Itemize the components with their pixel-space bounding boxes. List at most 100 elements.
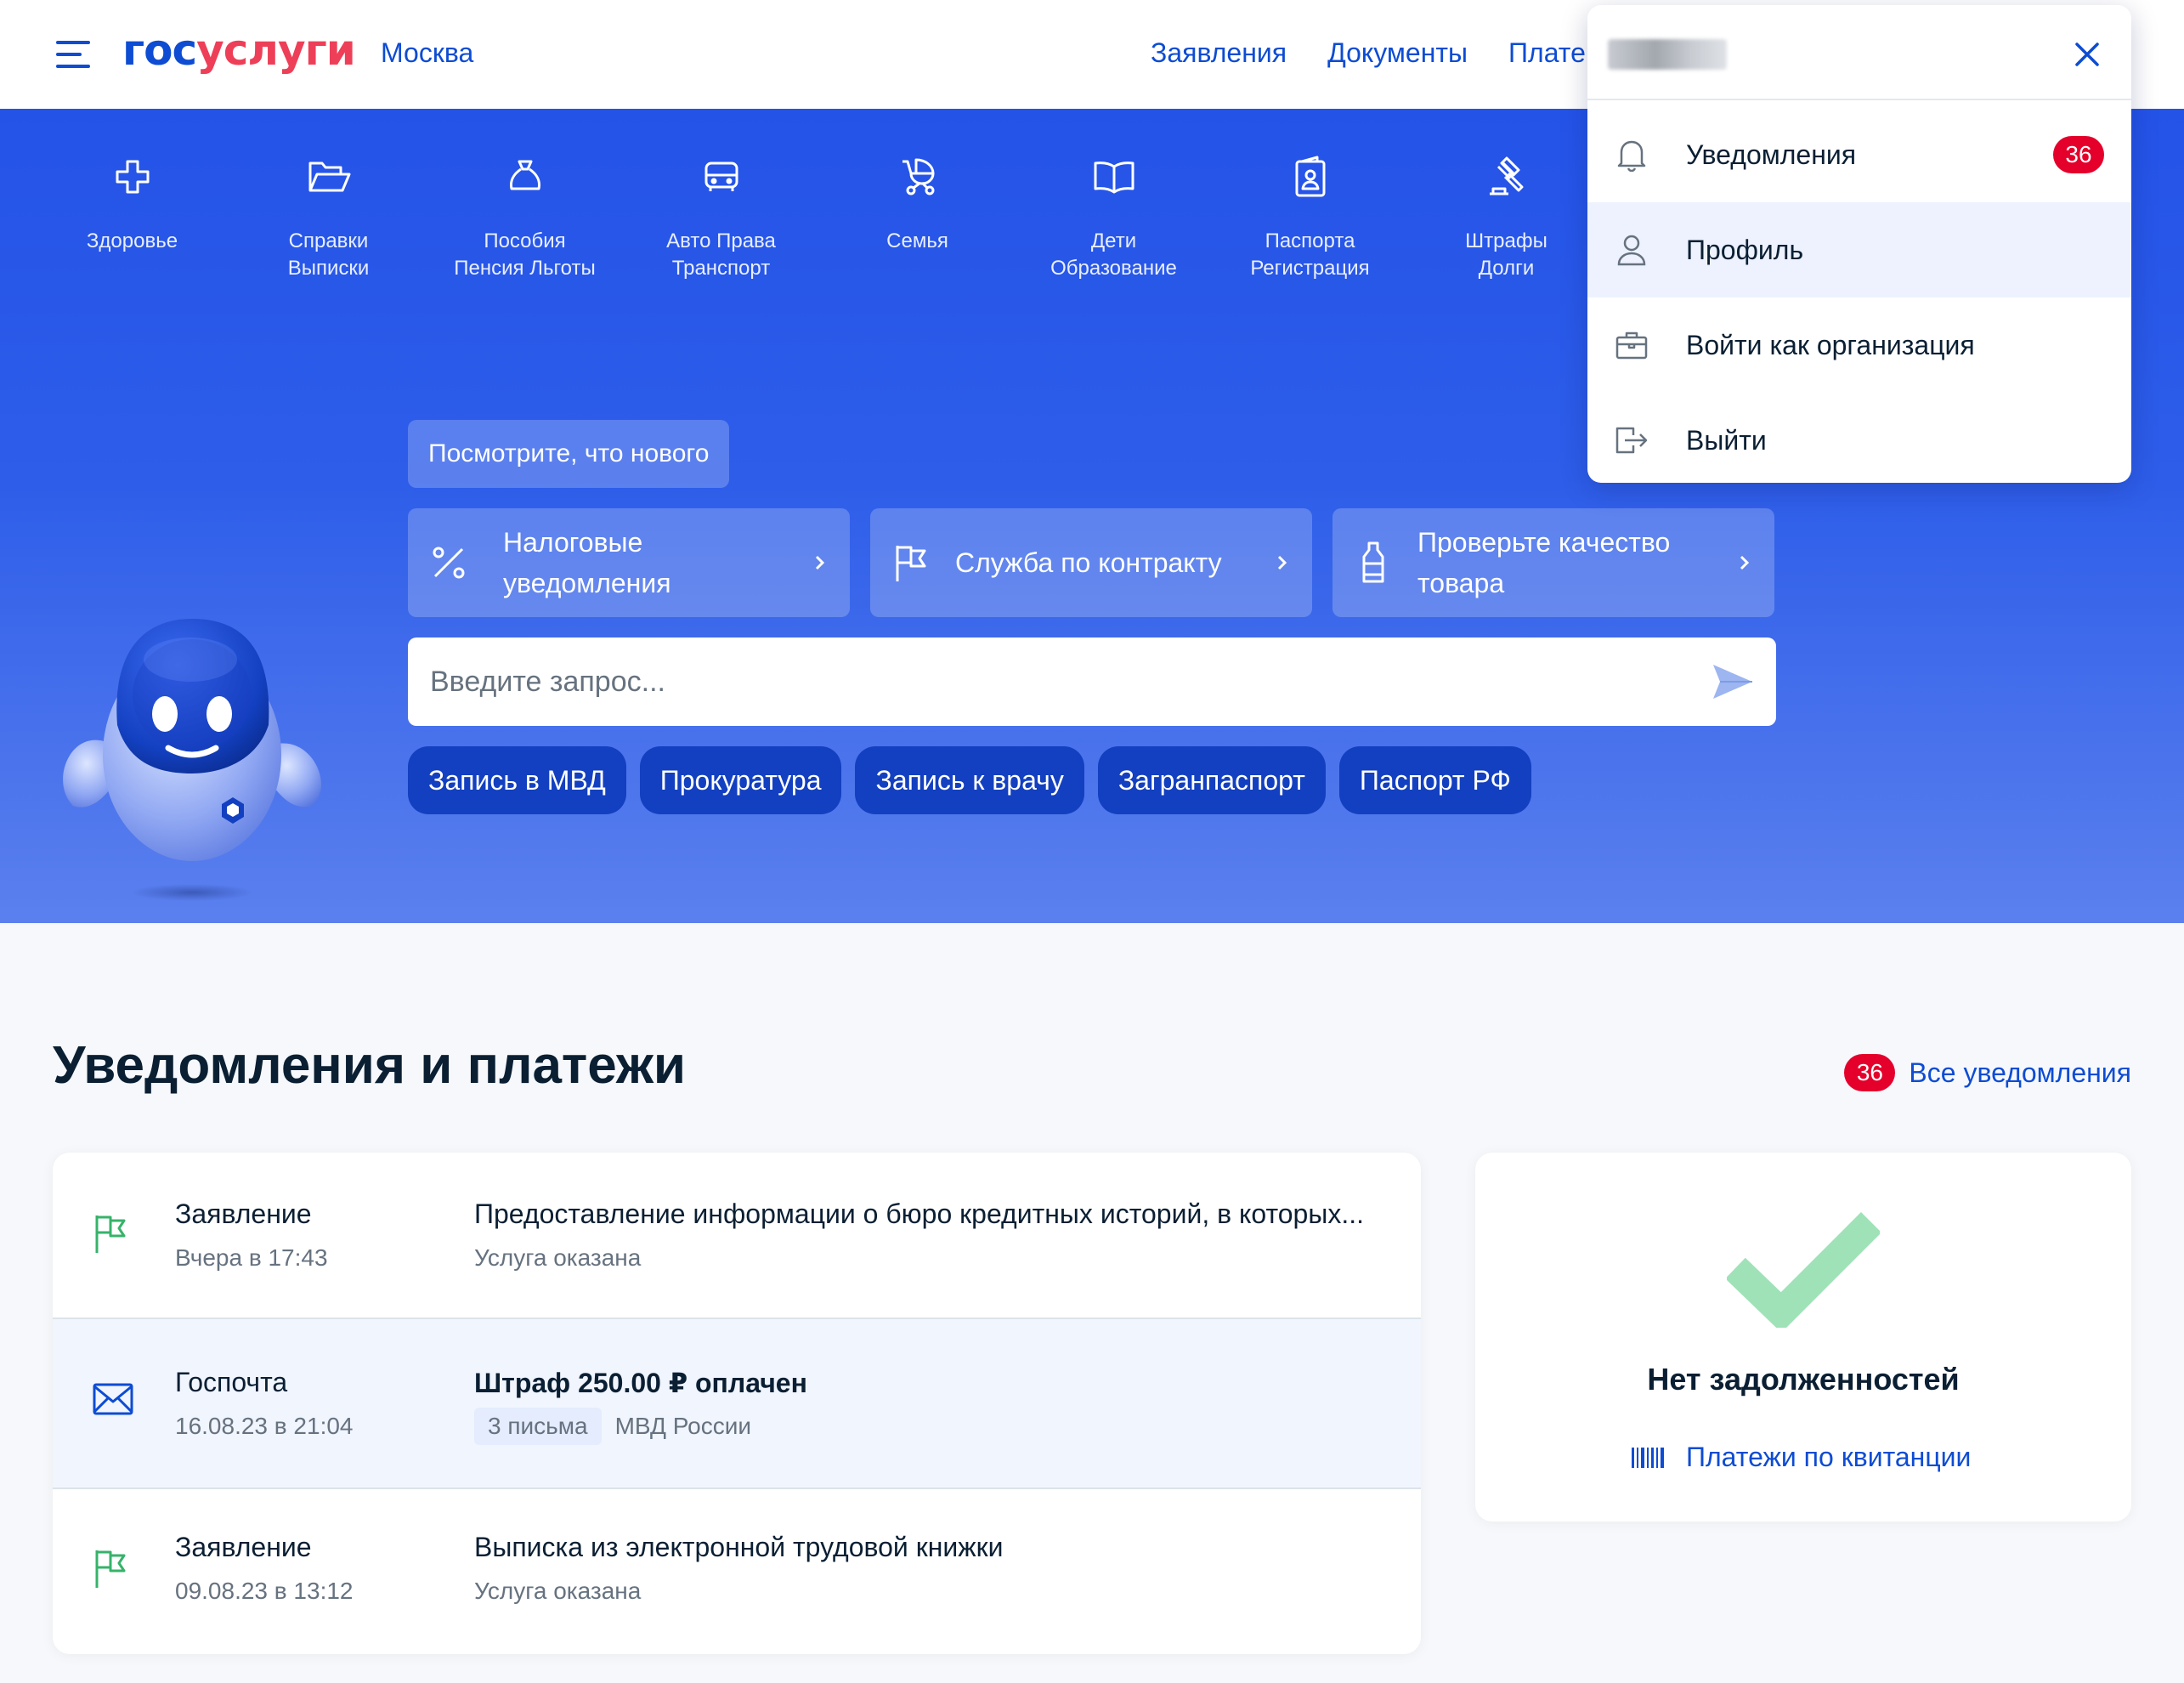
envelope-icon: [93, 1383, 133, 1415]
item-sender: МВД России: [614, 1413, 752, 1439]
user-name-blurred: [1608, 39, 1727, 70]
top-nav: Заявления Документы Плате: [1151, 37, 1586, 69]
menu-icon[interactable]: [56, 41, 90, 68]
category-label: Справки Выписки: [287, 230, 370, 280]
whats-new-button[interactable]: Посмотрите, что нового: [408, 420, 730, 488]
promo-tax-notifications[interactable]: Налоговые уведомления: [408, 508, 850, 617]
item-title: Выписка из электронной трудовой книжки: [474, 1532, 1004, 1562]
nav-payments[interactable]: Плате: [1508, 37, 1586, 69]
item-title: Предоставление информации о бюро кредитн…: [474, 1198, 1365, 1229]
category-health[interactable]: Здоровье: [34, 151, 230, 282]
chip-passport-rf[interactable]: Паспорт РФ: [1338, 746, 1531, 814]
user-icon: [1617, 235, 1646, 266]
item-date: 16.08.23 в 21:04: [175, 1413, 354, 1439]
checkmark-icon: [1727, 1211, 1880, 1328]
gavel-icon: [1489, 156, 1523, 196]
category-auto[interactable]: Авто Права Транспорт: [623, 151, 819, 282]
flag-icon: [896, 546, 926, 581]
gosuslugi-logo[interactable]: госуслуги: [122, 26, 356, 75]
chevron-right-icon: [1740, 555, 1750, 570]
category-children[interactable]: Дети Образование: [1016, 151, 1212, 282]
category-benefits[interactable]: Пособия Пенсия Льготы: [427, 151, 623, 282]
item-type: Заявление: [175, 1532, 312, 1562]
receipt-payments-label: Платежи по квитанции: [1686, 1442, 1972, 1472]
menu-item-label: Профиль: [1686, 234, 1804, 265]
item-type: Заявление: [175, 1198, 312, 1229]
category-label: Дети Образование: [1050, 230, 1177, 280]
menu-item-label: Выйти: [1686, 424, 1767, 456]
category-label: Авто Права Транспорт: [666, 230, 776, 280]
folder-icon: [308, 162, 350, 192]
user-menu-header: [1587, 5, 2131, 100]
item-type: Госпочта: [175, 1367, 288, 1397]
flag-icon: [95, 1550, 126, 1588]
section-title: Уведомления и платежи: [53, 1036, 687, 1095]
receipt-payments-link[interactable]: Платежи по квитанции: [1632, 1442, 1971, 1473]
all-notifications-label: Все уведомления: [1909, 1057, 2131, 1088]
flag-icon: [95, 1216, 126, 1253]
plus-icon: [116, 160, 149, 194]
promo-label: Налоговые уведомления: [503, 527, 671, 598]
category-fines[interactable]: Штрафы Долги: [1408, 151, 1604, 282]
category-label: Семья: [886, 230, 948, 252]
all-notifications-link[interactable]: 36 Все уведомления: [1844, 1054, 2131, 1091]
menu-item-logout[interactable]: Выйти: [1587, 393, 2131, 483]
chevron-right-icon: [1277, 555, 1287, 570]
category-label: Штрафы Долги: [1465, 230, 1547, 280]
search-bar: [408, 638, 1776, 726]
chip-doctor[interactable]: Запись к врачу: [855, 746, 1084, 814]
menu-item-profile[interactable]: Профиль: [1587, 202, 2131, 298]
item-status: Услуга оказана: [474, 1578, 642, 1604]
logo-part-gos: гос: [122, 26, 197, 75]
item-status: Услуга оказана: [474, 1244, 642, 1271]
list-item[interactable]: Заявление Вчера в 17:43 Предоставление и…: [53, 1153, 1421, 1318]
briefcase-icon: [1615, 332, 1648, 360]
promo-product-quality[interactable]: Проверьте качество товара: [1332, 508, 1774, 617]
no-debt-title: Нет задолженностей: [1647, 1362, 1960, 1397]
menu-item-login-as-organization[interactable]: Войти как организация: [1587, 298, 2131, 393]
promo-label: Служба по контракту: [955, 547, 1222, 578]
money-bag-icon: [509, 160, 540, 190]
search-input[interactable]: [408, 638, 1640, 726]
category-family[interactable]: Семья: [819, 151, 1016, 282]
quick-chips: Запись в МВД Прокуратура Запись к врачу …: [408, 746, 1531, 814]
item-date: Вчера в 17:43: [175, 1244, 328, 1271]
debt-card: Нет задолженностей Платежи по квитанции: [1475, 1153, 2131, 1522]
nav-applications[interactable]: Заявления: [1151, 37, 1287, 69]
logo-part-uslugi: услуги: [196, 26, 356, 75]
chip-prosecutor[interactable]: Прокуратура: [639, 746, 842, 814]
robot-mascot-illustration: [63, 619, 321, 901]
close-icon[interactable]: [2074, 41, 2101, 68]
user-menu-dropdown: Уведомления 36 Профиль Войти как организ…: [1587, 5, 2131, 483]
promo-label: Проверьте качество товара: [1417, 527, 1671, 598]
car-icon: [704, 162, 738, 191]
notification-count-badge: 36: [1844, 1054, 1896, 1091]
category-label: Паспорта Регистрация: [1250, 230, 1370, 280]
book-icon: [1094, 162, 1134, 194]
item-date: 09.08.23 в 13:12: [175, 1578, 354, 1604]
bell-icon: [1617, 140, 1646, 172]
category-label: Здоровье: [86, 230, 178, 252]
notifications-list: Заявление Вчера в 17:43 Предоставление и…: [53, 1153, 1421, 1654]
category-passports[interactable]: Паспорта Регистрация: [1212, 151, 1408, 282]
list-item[interactable]: Госпочта 16.08.23 в 21:04 Штраф 250.00 ₽…: [53, 1318, 1421, 1489]
item-meta: 3 письма МВД России: [474, 1408, 751, 1445]
notification-count-badge: 36: [2053, 136, 2104, 173]
promo-contract-service[interactable]: Служба по контракту: [870, 508, 1312, 617]
list-item[interactable]: Заявление 09.08.23 в 13:12 Выписка из эл…: [53, 1489, 1421, 1654]
menu-item-notifications[interactable]: Уведомления 36: [1587, 107, 2131, 202]
category-label: Пособия Пенсия Льготы: [454, 230, 596, 280]
barcode-icon: [1632, 1447, 1664, 1468]
nav-documents[interactable]: Документы: [1327, 37, 1468, 69]
city-selector[interactable]: Москва: [381, 37, 473, 69]
send-icon[interactable]: [1712, 661, 1754, 702]
category-certificates[interactable]: Справки Выписки: [230, 151, 427, 282]
item-title: Штраф 250.00 ₽ оплачен: [474, 1368, 807, 1398]
chip-foreign-passport[interactable]: Загранпаспорт: [1097, 746, 1326, 814]
menu-item-label: Войти как организация: [1686, 329, 1975, 360]
chevron-right-icon: [815, 555, 825, 570]
letters-tag: 3 письма: [474, 1408, 602, 1445]
bottle-icon: [1362, 541, 1384, 583]
chip-mvd[interactable]: Запись в МВД: [408, 746, 626, 814]
passport-icon: [1295, 156, 1325, 197]
